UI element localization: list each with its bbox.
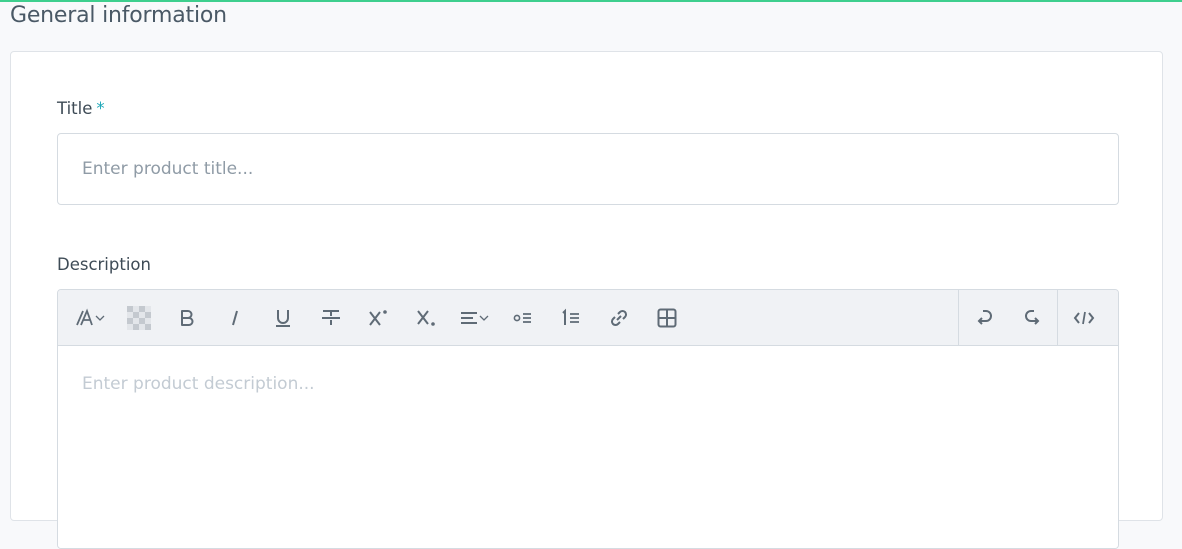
toolbar-divider [958,290,959,345]
code-view-icon [1073,311,1095,325]
undo-icon [977,310,992,325]
background-color-icon [127,306,151,330]
subscript-button[interactable] [413,304,441,332]
bold-icon [181,310,194,326]
italic-icon [232,310,238,326]
link-button[interactable] [605,304,633,332]
bullet-list-icon [513,313,531,323]
underline-icon [276,310,290,327]
underline-button[interactable] [269,304,297,332]
description-placeholder: Enter product description... [82,374,315,394]
superscript-button[interactable] [365,304,393,332]
general-information-card: Title* Description [10,51,1163,549]
redo-icon [1025,310,1040,325]
font-size-button[interactable] [72,304,112,332]
align-button[interactable] [458,304,494,332]
strikethrough-icon [322,310,340,325]
description-label: Description [57,255,151,274]
strikethrough-button[interactable] [317,304,345,332]
superscript-icon [369,310,387,326]
title-label: Title * [57,99,105,119]
italic-button[interactable] [221,304,249,332]
numbered-list-icon [562,308,579,325]
bullet-list-button[interactable] [509,304,537,332]
bold-button[interactable] [173,304,201,332]
title-input[interactable] [57,133,1119,205]
table-button[interactable] [653,304,681,332]
required-marker: * [96,99,105,118]
section-title: General information [10,3,227,28]
editor-toolbar [58,290,1118,346]
align-icon [461,312,489,324]
link-icon [610,309,628,327]
code-view-button[interactable] [1070,304,1098,332]
description-editor: Enter product description... [57,289,1119,549]
background-color-button[interactable] [125,304,153,332]
table-icon [657,308,677,328]
numbered-list-button[interactable] [557,304,585,332]
title-label-text: Title [57,99,93,118]
subscript-icon [417,310,435,326]
toolbar-divider [1057,290,1058,345]
redo-button[interactable] [1019,304,1047,332]
description-text-area[interactable]: Enter product description... [58,346,1118,548]
font-size-icon [76,308,105,326]
undo-button[interactable] [970,304,998,332]
